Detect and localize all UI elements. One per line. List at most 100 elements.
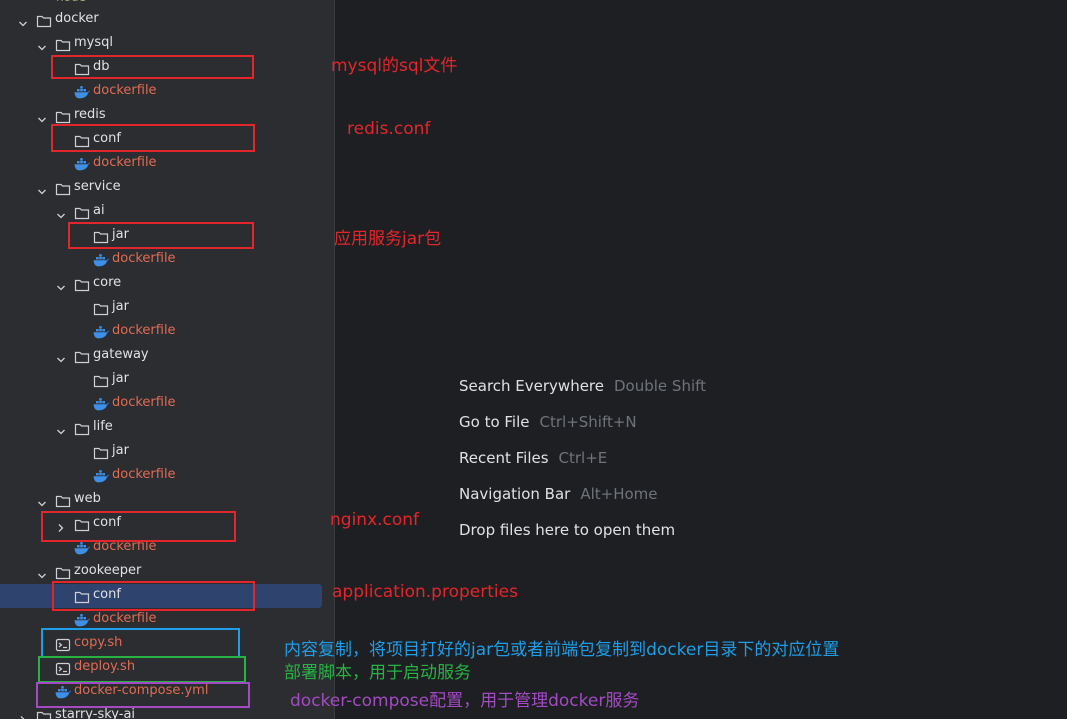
editor-hint: Navigation Bar Alt+Home: [459, 485, 658, 503]
annotation-box-ai-jar: [68, 222, 254, 249]
folder-icon: [74, 421, 90, 436]
tree-row-label: dockerfile: [112, 467, 176, 482]
docker-icon: [93, 325, 109, 339]
docker-icon: [74, 613, 90, 627]
tree-row-label: dockerfile: [93, 155, 157, 170]
annotation-mysql: mysql的sql文件: [331, 56, 458, 76]
tree-row-label: zookeeper: [74, 563, 142, 578]
tree-row-label: dockerfile: [93, 83, 157, 98]
chevron-right-icon[interactable]: [18, 710, 28, 719]
folder-icon: [55, 37, 71, 52]
tree-row-label: jar: [112, 443, 129, 458]
folder-icon: [93, 445, 109, 460]
tree-row-label: life: [93, 419, 113, 434]
tree-row-label: mysql: [74, 35, 113, 50]
docker-icon: [93, 469, 109, 483]
chevron-down-icon[interactable]: [18, 14, 28, 27]
annotation-deploy: 部署脚本，用于启动服务: [284, 663, 471, 683]
folder-icon: [74, 277, 90, 292]
chevron-down-icon[interactable]: [56, 350, 66, 363]
annotation-nginx: nginx.conf: [330, 510, 420, 530]
annotation-box-redis-conf: [51, 124, 255, 152]
tree-row[interactable]: docker: [0, 8, 334, 32]
folder-icon: [74, 349, 90, 364]
hint-shortcut: Ctrl+E: [558, 449, 608, 467]
chevron-down-icon[interactable]: [56, 278, 66, 291]
tree-row-label: jar: [112, 299, 129, 314]
tree-row[interactable]: core: [0, 272, 334, 296]
annotation-box-copy: [41, 628, 240, 658]
tree-row[interactable]: jar: [0, 296, 334, 320]
folder-icon: [55, 493, 71, 508]
folder-icon: [36, 709, 52, 719]
tree-row[interactable]: jar: [0, 440, 334, 464]
tree-row[interactable]: dockerfile: [0, 392, 334, 416]
hint-action[interactable]: Recent Files: [459, 449, 549, 467]
annotation-copy: 内容复制，将项目打好的jar包或者前端包复制到docker目录下的对应位置: [284, 640, 840, 660]
hint-action[interactable]: Go to File: [459, 413, 530, 431]
editor-hint: Go to File Ctrl+Shift+N: [459, 413, 637, 431]
editor-empty-area: Search Everywhere Double Shift Go to File C…: [335, 0, 1067, 719]
tree-row[interactable]: web: [0, 488, 334, 512]
tree-row[interactable]: dockerfile: [0, 320, 334, 344]
annotation-app-props: application.properties: [332, 582, 518, 602]
annotation-jar: 应用服务jar包: [334, 229, 442, 249]
editor-hint: Search Everywhere Double Shift: [459, 377, 706, 395]
partial-top-item: node: [56, 0, 92, 4]
annotation-redis: redis.conf: [347, 119, 431, 139]
folder-icon: [55, 109, 71, 124]
tree-row[interactable]: dockerfile: [0, 248, 334, 272]
editor-hint: Recent Files Ctrl+E: [459, 449, 607, 467]
tree-row-label: jar: [112, 371, 129, 386]
tree-row-label: redis: [74, 107, 106, 122]
annotation-box-compose: [36, 682, 250, 708]
tree-row[interactable]: life: [0, 416, 334, 440]
tree-row[interactable]: gateway: [0, 344, 334, 368]
docker-icon: [74, 85, 90, 99]
chevron-down-icon[interactable]: [37, 494, 47, 507]
tree-row-label: service: [74, 179, 121, 194]
project-tree-panel: node dockermysqldbdockerfileredisconfdoc…: [0, 0, 334, 719]
tree-row[interactable]: service: [0, 176, 334, 200]
tree-row-label: dockerfile: [112, 251, 176, 266]
hint-action[interactable]: Navigation Bar: [459, 485, 570, 503]
folder-icon: [93, 301, 109, 316]
chevron-down-icon[interactable]: [56, 422, 66, 435]
hint-action[interactable]: Drop files here to open them: [459, 521, 675, 539]
annotation-box-db: [51, 55, 254, 79]
annotation-box-deploy: [38, 656, 246, 683]
chevron-down-icon[interactable]: [56, 206, 66, 219]
hint-shortcut: Double Shift: [614, 377, 707, 395]
hint-shortcut: Ctrl+Shift+N: [539, 413, 637, 431]
annotation-box-web-conf: [41, 511, 236, 542]
chevron-down-icon[interactable]: [37, 38, 47, 51]
tree-row-label: ai: [93, 203, 105, 218]
tree-row-label: web: [74, 491, 101, 506]
tree-row[interactable]: dockerfile: [0, 152, 334, 176]
tree-row[interactable]: ai: [0, 200, 334, 224]
tree-row[interactable]: mysql: [0, 32, 334, 56]
docker-icon: [74, 541, 90, 555]
tree-row-label: starry-sky-ai: [55, 707, 136, 719]
docker-icon: [93, 397, 109, 411]
annotation-box-zookeeper-conf: [52, 581, 255, 611]
folder-icon: [55, 181, 71, 196]
hint-action[interactable]: Search Everywhere: [459, 377, 604, 395]
folder-icon: [36, 13, 52, 28]
tree-row-label: dockerfile: [112, 323, 176, 338]
chevron-down-icon[interactable]: [37, 110, 47, 123]
tree-row[interactable]: jar: [0, 368, 334, 392]
chevron-down-icon[interactable]: [37, 566, 47, 579]
annotation-compose: docker-compose配置，用于管理docker服务: [290, 691, 640, 711]
editor-hint: Drop files here to open them: [459, 521, 675, 539]
hint-shortcut: Alt+Home: [580, 485, 658, 503]
tree-row-label: dockerfile: [93, 611, 157, 626]
docker-icon: [74, 157, 90, 171]
tree-row-label: docker: [55, 11, 99, 26]
chevron-down-icon[interactable]: [37, 182, 47, 195]
tree-row-label: dockerfile: [112, 395, 176, 410]
tree-row[interactable]: dockerfile: [0, 464, 334, 488]
folder-icon: [55, 565, 71, 580]
tree-row-label: gateway: [93, 347, 149, 362]
tree-row[interactable]: dockerfile: [0, 80, 334, 104]
